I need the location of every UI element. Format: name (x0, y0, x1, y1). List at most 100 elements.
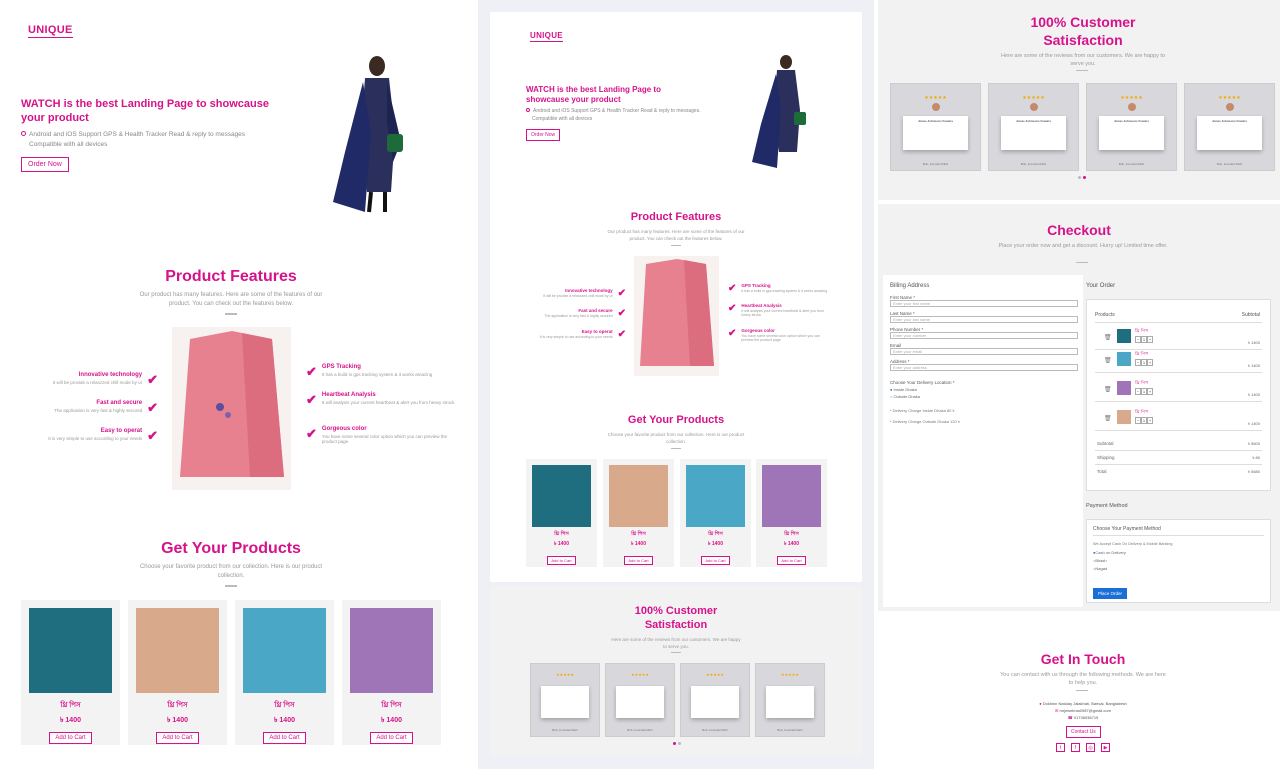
hero-product-image (333, 56, 403, 213)
email-text[interactable]: mrjewelmia0987@gmail.com (1060, 708, 1111, 713)
twitter-icon[interactable]: t (1056, 743, 1065, 752)
features-title: Product Features (630, 211, 722, 223)
hero-desc-line-2: Compatible with all devices (29, 140, 108, 148)
add-to-cart-button[interactable]: Add to Cart (49, 732, 92, 744)
reviewer-name: Jonas Johnsons Fowars (1015, 119, 1051, 123)
order-item-thumb (1117, 410, 1131, 424)
billing-panel: Billing Address First Name * Enter your … (883, 275, 1083, 607)
delivery-option-outside[interactable]: ○ Outside Dhaka (890, 394, 1078, 399)
review-caption: Bob, Founder/CEO (702, 728, 728, 732)
separator (671, 245, 681, 246)
carousel-dot[interactable] (673, 742, 676, 745)
product-card: থ্রি পিস ৳ 1400 Add to Cart (680, 459, 751, 567)
add-to-cart-button[interactable]: Add to Cart (263, 732, 306, 744)
add-to-cart-button[interactable]: Add to Cart (701, 556, 730, 565)
product-price: ৳ 1400 (630, 541, 646, 547)
add-to-cart-button[interactable]: Add to Cart (777, 556, 806, 565)
address-input[interactable]: Enter your address (890, 364, 1078, 371)
add-to-cart-button[interactable]: Add to Cart (624, 556, 653, 565)
feature-desc: It will be provide a relaxzzed chill mod… (543, 294, 613, 298)
phone-text[interactable]: 01736938719 (1074, 715, 1098, 720)
product-name: থ্রি পিস (60, 702, 81, 709)
quantity-stepper[interactable]: − 1 + (1135, 359, 1153, 366)
product-image (136, 608, 219, 693)
review-card: ★★★★★ Jonas Johnsons Fowars Bob, Founder… (1086, 83, 1177, 171)
qty-plus-button[interactable]: + (1147, 388, 1153, 395)
feature-title: GPS Tracking (321, 364, 361, 370)
payment-option-label: Bkash (1095, 558, 1107, 563)
email-line: ✉ mrjewelmia0987@gmail.com (998, 708, 1168, 715)
last-name-input[interactable]: Enter your last name (890, 316, 1078, 323)
feature-item: Easy to operat It is very simple to use a… (30, 428, 158, 444)
trash-icon[interactable]: 🗑 (1104, 357, 1112, 364)
product-name: থ্রি পিস (708, 531, 723, 537)
address-line: ● Dokhinn Natulay Jalakhati, Barisal, Ba… (998, 701, 1168, 708)
subtotal-label: Subtotal (1097, 441, 1114, 446)
qty-plus-button[interactable]: + (1147, 359, 1153, 366)
checkout-title: Checkout (1047, 222, 1111, 238)
carousel-dot[interactable] (1083, 176, 1086, 179)
add-to-cart-button[interactable]: Add to Cart (370, 732, 413, 744)
trash-icon[interactable]: 🗑 (1104, 334, 1112, 341)
rating-stars: ★★★★★ (924, 95, 947, 101)
hero-product-image (752, 55, 806, 168)
trash-icon[interactable]: 🗑 (1104, 415, 1112, 422)
contact-us-button[interactable]: Contact Us (1066, 726, 1101, 738)
add-to-cart-button[interactable]: Add to Cart (156, 732, 199, 744)
order-item-name: থ্রি পিস (1135, 409, 1149, 414)
divider (1095, 450, 1262, 451)
logo[interactable]: UNIQUE (28, 24, 73, 38)
payment-option-nagad[interactable]: ○Nagad (1093, 566, 1270, 571)
avatar (931, 103, 940, 111)
product-price: ৳ 1400 (166, 717, 188, 724)
qty-plus-button[interactable]: + (1147, 336, 1153, 343)
review-caption: Bob, Founder/CEO (922, 162, 949, 166)
order-now-button[interactable]: Order Now (526, 129, 561, 141)
avatar (1127, 103, 1136, 111)
feature-title: Easy to operat (100, 428, 143, 434)
facebook-icon[interactable]: f (1071, 743, 1080, 752)
payment-option-bkash[interactable]: ○Bkash (1093, 558, 1270, 563)
products-subtitle: Choose your favorite product from our co… (139, 564, 323, 579)
check-icon: ✔ (617, 329, 626, 340)
place-order-button[interactable]: Place Order (1093, 588, 1128, 599)
carousel-dot[interactable] (1078, 176, 1081, 179)
order-now-button[interactable]: Order Now (21, 157, 69, 172)
payment-option-cod[interactable]: ●Cash on Delivery (1093, 550, 1270, 555)
hero-title: WATCH is the best Landing Page to showca… (21, 98, 269, 124)
feature-desc: You have some several color option which… (741, 334, 820, 342)
order-item-price: ৳ 1400 (1247, 392, 1260, 397)
delivery-option-inside[interactable]: ● Inside Dhaka (890, 387, 1078, 392)
email-input[interactable]: Enter your email (890, 348, 1078, 355)
instagram-icon[interactable]: ◎ (1086, 743, 1095, 752)
rating-stars: ★★★★★ (1218, 95, 1241, 101)
product-card: থ্রি পিস ৳ 1400 Add to Cart (342, 600, 441, 745)
carousel-dot[interactable] (678, 742, 681, 745)
separator (1076, 70, 1088, 71)
phone-input[interactable]: Enter your number (890, 332, 1078, 339)
first-name-input[interactable]: Enter your first name (890, 300, 1078, 307)
review-bubble: Jonas Johnsons Fowars (1001, 116, 1066, 150)
review-bubble: Jonas Johnsons Fowars (903, 116, 968, 150)
review-card: ★★★★★ Jonas Johnsons Fowars Bob, Founder… (988, 83, 1079, 171)
youtube-icon[interactable]: ▶ (1101, 743, 1110, 752)
order-item-price: ৳ 1400 (1247, 340, 1260, 345)
review-bubble: Jonas Johnsons Fowars (1099, 116, 1164, 150)
review-card: ★★★★★ Jonas Johnsons Fowars Bob, Founder… (890, 83, 981, 171)
payment-option-label: Cash on Delivery (1095, 550, 1126, 555)
quantity-stepper[interactable]: − 1 + (1135, 417, 1153, 424)
quantity-stepper[interactable]: − 1 + (1135, 336, 1153, 343)
order-title: Your Order (1086, 283, 1116, 289)
trash-icon[interactable]: 🗑 (1104, 386, 1112, 393)
product-name: থ্রি পিস (554, 531, 569, 537)
check-icon: ✔ (617, 308, 626, 319)
feature-desc: It will be provide a relaxzzed chill mod… (52, 380, 143, 385)
logo[interactable]: UNIQUE (530, 31, 563, 42)
product-image (243, 608, 326, 693)
product-price: ৳ 1400 (380, 717, 402, 724)
review-caption: Bob, Founder/CEO (552, 728, 578, 732)
contact-subtitle: You can contact with us through the foll… (1000, 672, 1166, 686)
quantity-stepper[interactable]: − 1 + (1135, 388, 1153, 395)
add-to-cart-button[interactable]: Add to Cart (547, 556, 576, 565)
qty-plus-button[interactable]: + (1147, 417, 1153, 424)
